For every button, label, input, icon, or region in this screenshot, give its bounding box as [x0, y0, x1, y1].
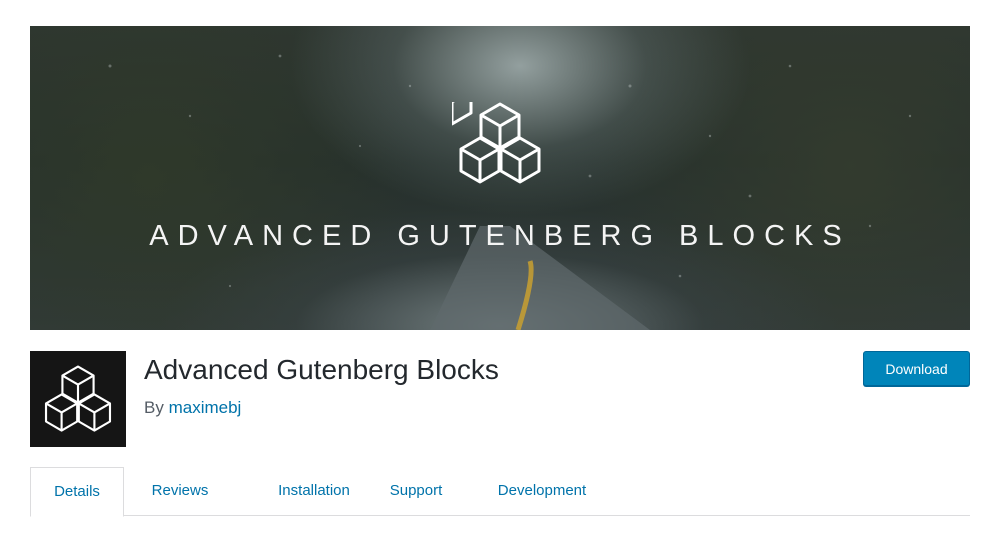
plugin-banner: ADVANCED GUTENBERG BLOCKS	[30, 26, 970, 330]
tab-support[interactable]: Support	[376, 467, 456, 515]
tab-installation[interactable]: Installation	[250, 467, 378, 515]
author-link[interactable]: maximebj	[169, 398, 242, 417]
tab-reviews[interactable]: Reviews	[132, 467, 228, 515]
cubes-icon	[452, 102, 541, 184]
cubes-icon	[44, 365, 112, 432]
plugin-byline: By maximebj	[144, 398, 241, 418]
download-button[interactable]: Download	[863, 351, 970, 386]
banner-title: ADVANCED GUTENBERG BLOCKS	[149, 220, 851, 252]
plugin-icon	[30, 351, 126, 447]
tab-details[interactable]: Details	[30, 467, 124, 517]
plugin-title: Advanced Gutenberg Blocks	[144, 354, 499, 385]
by-label: By	[144, 398, 164, 417]
tab-development[interactable]: Development	[486, 467, 598, 515]
plugin-tabs: Details Reviews Installation Support Dev…	[30, 467, 970, 517]
